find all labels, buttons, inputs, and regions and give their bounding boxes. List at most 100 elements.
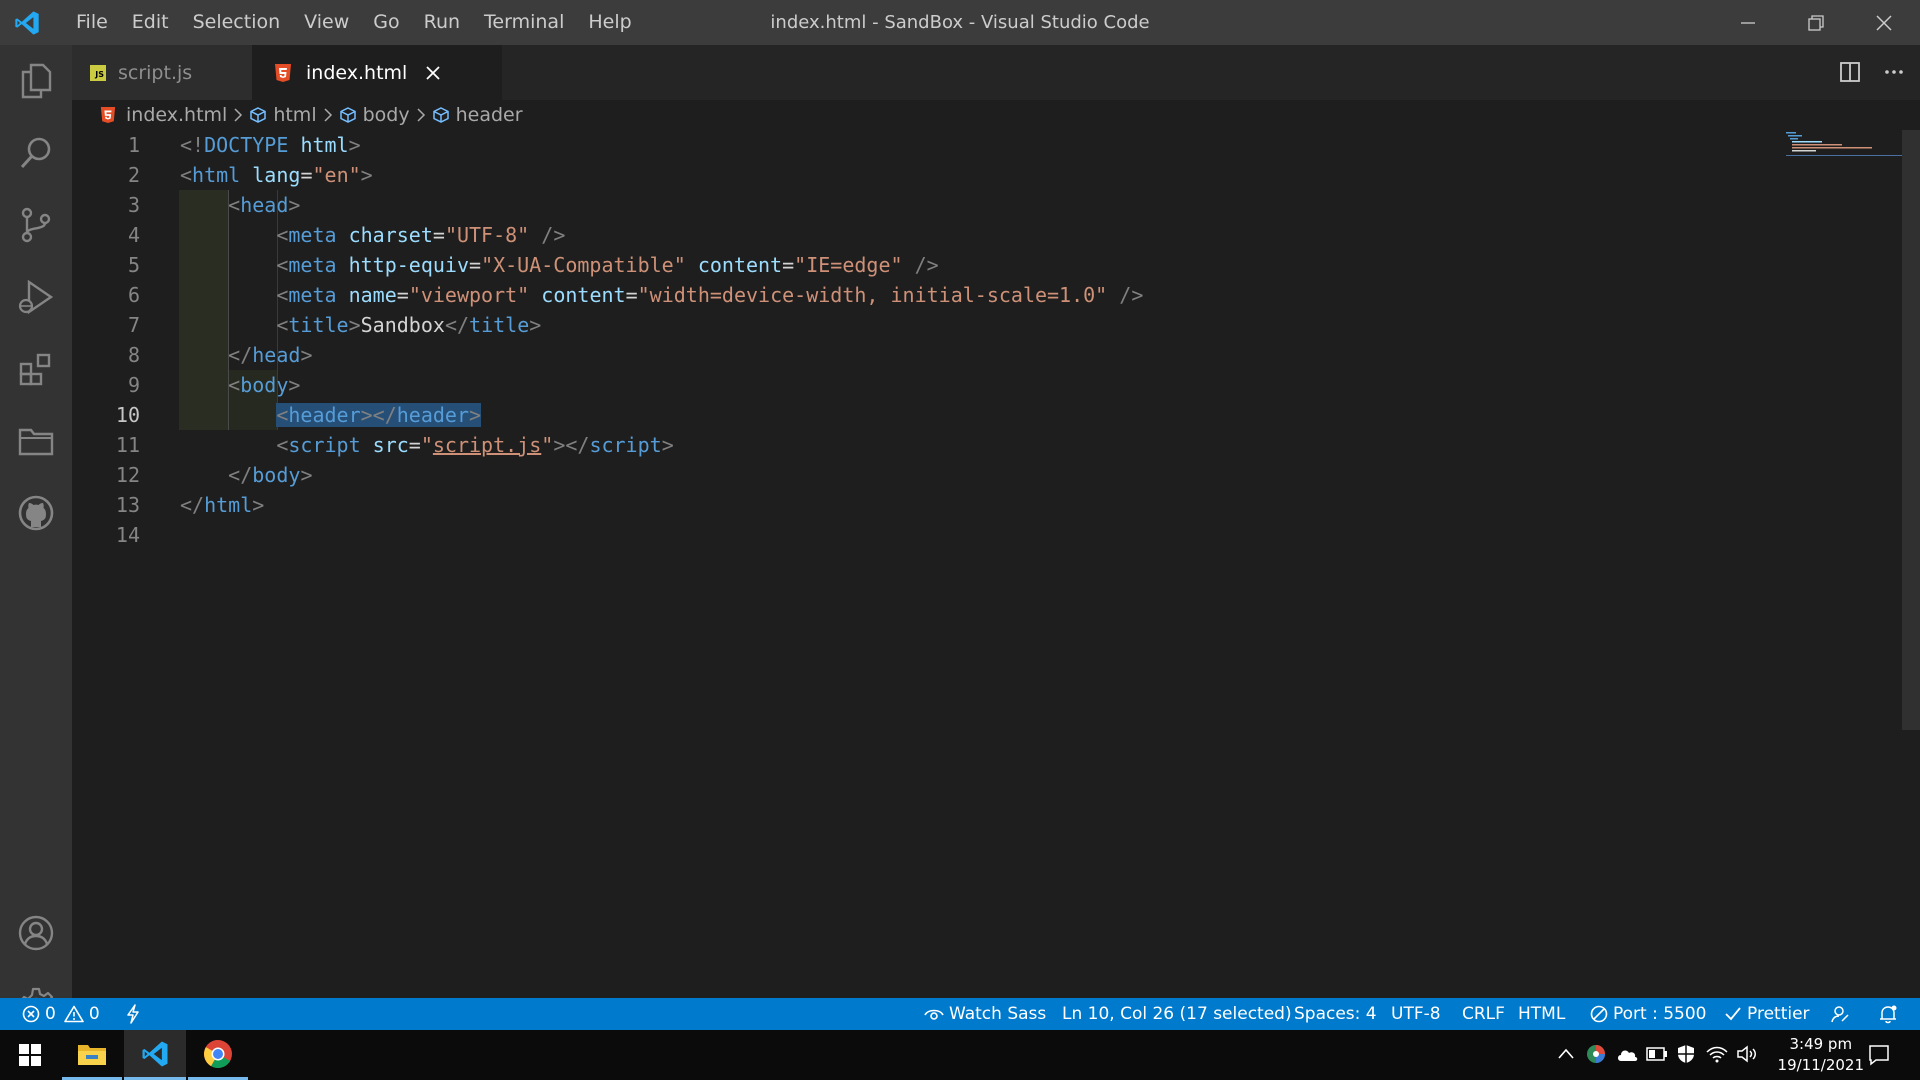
- code-line-selected: <header></header>: [180, 400, 482, 430]
- volume-icon[interactable]: [1736, 1045, 1758, 1063]
- security-shield-icon[interactable]: [1676, 1044, 1696, 1064]
- line-number: 2: [127, 163, 140, 187]
- code-line: <meta name="viewport" content="width=dev…: [276, 283, 1144, 307]
- close-window-button[interactable]: [1850, 0, 1918, 45]
- tab-index-html[interactable]: index.html: [252, 45, 502, 100]
- menu-terminal[interactable]: Terminal: [472, 0, 576, 45]
- problems-indicator[interactable]: 0 0: [22, 998, 100, 1030]
- system-clock[interactable]: 3:49 pm 19/11/2021: [1778, 1034, 1864, 1076]
- chevron-right-icon: [417, 108, 425, 122]
- chevron-up-icon[interactable]: [1558, 1048, 1574, 1060]
- symbol-element-icon: [250, 107, 267, 123]
- text-selection: <header></header>: [276, 403, 482, 427]
- watch-sass-button[interactable]: Watch Sass: [924, 998, 1046, 1030]
- breadcrumb-header[interactable]: header: [432, 104, 523, 126]
- cursor-position[interactable]: Ln 10, Col 26 (17 selected): [1062, 998, 1292, 1030]
- js-file-icon: JS: [90, 64, 106, 81]
- extensions-button[interactable]: [0, 333, 72, 405]
- vscode-logo-icon: [142, 1041, 168, 1066]
- line-number: 12: [115, 463, 140, 487]
- line-number: 6: [127, 283, 140, 307]
- action-center-icon[interactable]: [1868, 1044, 1890, 1066]
- search-button[interactable]: [0, 117, 72, 189]
- vertical-scrollbar[interactable]: [1902, 130, 1920, 730]
- chevron-right-icon: [234, 108, 243, 122]
- battery-icon[interactable]: [1646, 1047, 1668, 1061]
- feedback-icon: [1831, 1006, 1849, 1023]
- activity-bar: [0, 45, 72, 1023]
- folder-button[interactable]: [0, 405, 72, 477]
- chrome-icon: [204, 1039, 232, 1068]
- code-line: <html lang="en">: [180, 163, 373, 187]
- code-line: <!DOCTYPE html>: [180, 133, 361, 157]
- breadcrumb: index.html html body header: [72, 100, 523, 130]
- restore-button[interactable]: [1782, 0, 1850, 45]
- close-tab-icon[interactable]: [425, 65, 441, 81]
- start-button[interactable]: [0, 1030, 60, 1080]
- menu-run[interactable]: Run: [412, 0, 472, 45]
- encoding[interactable]: UTF-8: [1391, 998, 1441, 1030]
- clock-time: 3:49 pm: [1789, 1035, 1853, 1053]
- menu-file[interactable]: File: [64, 0, 120, 45]
- notifications-button[interactable]: [1878, 998, 1898, 1030]
- accounts-button[interactable]: [0, 897, 72, 969]
- extensions-icon: [19, 353, 51, 386]
- vscode-logo-icon[interactable]: [12, 9, 42, 37]
- live-server-port[interactable]: Port : 5500: [1590, 998, 1707, 1030]
- end-of-line[interactable]: CRLF: [1462, 998, 1505, 1030]
- onedrive-cloud-icon[interactable]: [1616, 1046, 1638, 1062]
- menu-edit[interactable]: Edit: [120, 0, 181, 45]
- color-app-tray-icon[interactable]: [1586, 1044, 1606, 1064]
- check-icon: [1725, 1007, 1741, 1021]
- circle-slash-icon: [1590, 1005, 1608, 1023]
- code-editor[interactable]: 1 2 3 4 5 6 7 8 9 10 11 12 13 14 <!DOCTY…: [72, 130, 1902, 998]
- minimize-icon: [1741, 21, 1755, 24]
- breadcrumb-html[interactable]: html: [249, 104, 317, 126]
- taskbar-vscode[interactable]: [124, 1030, 186, 1080]
- file-explorer-icon: [78, 1044, 106, 1065]
- github-button[interactable]: [0, 477, 72, 549]
- menu-help[interactable]: Help: [576, 0, 643, 45]
- wifi-icon[interactable]: [1706, 1045, 1728, 1063]
- indentation[interactable]: Spaces: 4: [1294, 998, 1377, 1030]
- minimize-button[interactable]: [1714, 0, 1782, 45]
- windows-taskbar: 3:49 pm 19/11/2021: [0, 1030, 1920, 1080]
- menu-view[interactable]: View: [292, 0, 361, 45]
- link-script-js[interactable]: script.js: [433, 433, 541, 457]
- github-icon: [18, 495, 54, 531]
- line-number: 8: [127, 343, 140, 367]
- run-debug-button[interactable]: [0, 261, 72, 333]
- line-number: 7: [127, 313, 140, 337]
- tab-label: script.js: [118, 61, 193, 84]
- split-editor-icon[interactable]: [1838, 60, 1862, 84]
- menu-selection[interactable]: Selection: [181, 0, 293, 45]
- language-mode[interactable]: HTML: [1518, 998, 1565, 1030]
- explorer-button[interactable]: [0, 45, 72, 117]
- status-bar: 0 0 Watch Sass Ln 10, Col 26 (17 selecte…: [0, 998, 1920, 1030]
- source-control-button[interactable]: [0, 189, 72, 261]
- taskbar-chrome[interactable]: [188, 1030, 248, 1080]
- more-actions-icon[interactable]: [1882, 60, 1906, 84]
- breadcrumb-body[interactable]: body: [339, 104, 410, 126]
- prettier-button[interactable]: Prettier: [1724, 998, 1810, 1030]
- files-icon: [21, 63, 52, 99]
- restore-icon: [1808, 14, 1824, 31]
- taskbar-file-explorer[interactable]: [62, 1030, 122, 1080]
- minimap-preview: [1786, 132, 1902, 156]
- code-line: <meta charset="UTF-8" />: [276, 223, 566, 247]
- html5-file-icon: [275, 63, 291, 82]
- account-icon: [18, 915, 54, 951]
- feedback-button[interactable]: [1830, 998, 1850, 1030]
- breadcrumb-file[interactable]: index.html: [100, 104, 227, 126]
- symbol-element-icon: [339, 107, 356, 123]
- tab-script-js[interactable]: JS script.js: [72, 45, 252, 100]
- live-share-button[interactable]: [124, 998, 142, 1030]
- menu-go[interactable]: Go: [361, 0, 411, 45]
- line-number-current: 10: [115, 403, 140, 427]
- source-control-icon: [21, 207, 51, 243]
- code-line: </head>: [228, 343, 313, 367]
- code-line: <body>: [228, 373, 301, 397]
- minimap[interactable]: [1786, 130, 1902, 160]
- search-icon: [20, 137, 51, 169]
- menu-bar: File Edit Selection View Go Run Terminal…: [64, 0, 644, 45]
